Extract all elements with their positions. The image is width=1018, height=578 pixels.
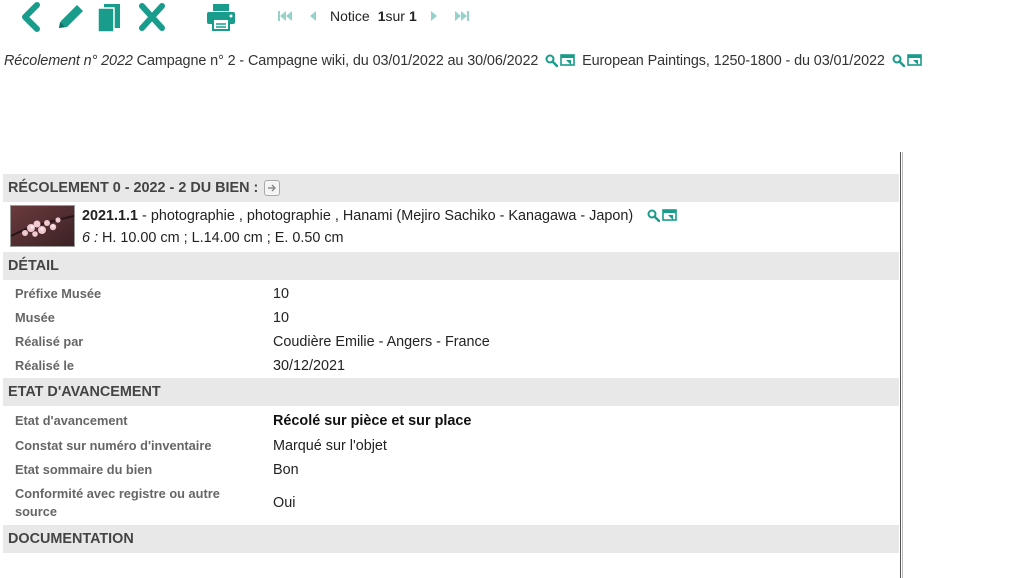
goto-icon[interactable] [264,180,281,196]
previous-page-button[interactable] [308,9,318,23]
pager-total: 1 [408,8,417,24]
open-window-icon[interactable] [906,54,922,67]
field-label: Constat sur numéro d'inventaire [15,438,212,453]
section-documentation: DOCUMENTATION [3,525,899,553]
field-value: Bon [273,462,299,478]
section-title: DÉTAIL [8,258,59,274]
object-dimensions: 6 : H. 10.00 cm ; L.14.00 cm ; E. 0.50 c… [82,230,344,246]
field-label: Réalisé le [15,358,75,373]
field-value: Coudière Emilie - Angers - France [273,334,490,350]
divider-line [900,152,901,578]
object-dimensions-value: H. 10.00 cm ; L.14.00 cm ; E. 0.50 cm [98,230,344,246]
collection-actions [892,54,922,67]
object-dimensions-label: 6 : [82,230,98,246]
object-actions [647,209,677,222]
search-icon[interactable] [545,54,559,67]
last-page-icon [454,11,469,21]
divider-line [902,152,903,578]
field-label: Musée [15,310,55,325]
delete-icon [139,3,165,31]
field-value: Marqué sur l'objet [273,438,387,454]
field-value: Récolé sur pièce et sur place [273,413,472,429]
collection-label: European Paintings, 1250-1800 - du 03/01… [582,53,885,69]
object-thumbnail[interactable] [10,205,75,247]
field-label: Conformité avec registre ou autre source [15,486,220,519]
pager-current: 1 [377,8,386,24]
search-icon[interactable] [892,54,905,67]
field-label: Réalisé par [15,334,84,349]
field-label: Préfixe Musée [15,286,102,301]
back-icon [22,2,40,32]
field-value: Oui [273,495,296,511]
section-title: RÉCOLEMENT 0 - 2022 - 2 DU BIEN : [8,180,259,196]
field-value: 10 [273,286,290,302]
object-row: 2021.1.1 - photographie , photographie ,… [3,202,899,250]
campaign-label: Campagne n° 2 - Campagne wiki, du 03/01/… [136,53,539,69]
section-title: ETAT D'AVANCEMENT [8,384,161,400]
previous-page-icon [310,11,316,21]
section-header-recolement: RÉCOLEMENT 0 - 2022 - 2 DU BIEN : [3,174,899,202]
section-detail: DÉTAIL [3,252,899,280]
search-icon[interactable] [647,209,661,222]
pager: Notice 1 sur 1 [276,6,471,26]
next-page-button[interactable] [429,9,439,23]
first-page-button[interactable] [276,9,294,23]
open-window-icon[interactable] [560,54,575,67]
recolement-number: Récolement n° 2022 [4,53,133,69]
breadcrumb: Récolement n° 2022 Campagne n° 2 - Campa… [4,53,925,69]
object-title: 2021.1.1 - photographie , photographie ,… [82,208,680,224]
back-button[interactable] [16,1,46,33]
object-description: - photographie , photographie , Hanami (… [138,208,634,224]
next-page-icon [430,11,437,21]
first-page-icon [278,11,292,21]
delete-button[interactable] [137,1,167,33]
edit-icon [59,5,83,28]
pager-separator: sur [385,8,405,24]
section-progress: ETAT D'AVANCEMENT [3,378,899,406]
print-icon [207,4,235,31]
edit-button[interactable] [54,1,88,33]
section-title: DOCUMENTATION [8,531,134,547]
object-inventory-number[interactable]: 2021.1.1 [82,208,138,224]
campaign-actions [545,54,575,67]
field-value: 30/12/2021 [273,358,346,374]
pager-label: Notice [330,8,370,24]
toolbar: Notice 1 sur 1 [0,0,1018,34]
print-button[interactable] [204,1,238,33]
field-value: 10 [273,310,290,326]
duplicate-button[interactable] [95,1,123,33]
last-page-button[interactable] [453,9,471,23]
open-window-icon[interactable] [662,209,677,222]
duplicate-icon [97,4,120,32]
field-label: Etat sommaire du bien [15,462,153,477]
field-label: Etat d'avancement [15,413,128,428]
